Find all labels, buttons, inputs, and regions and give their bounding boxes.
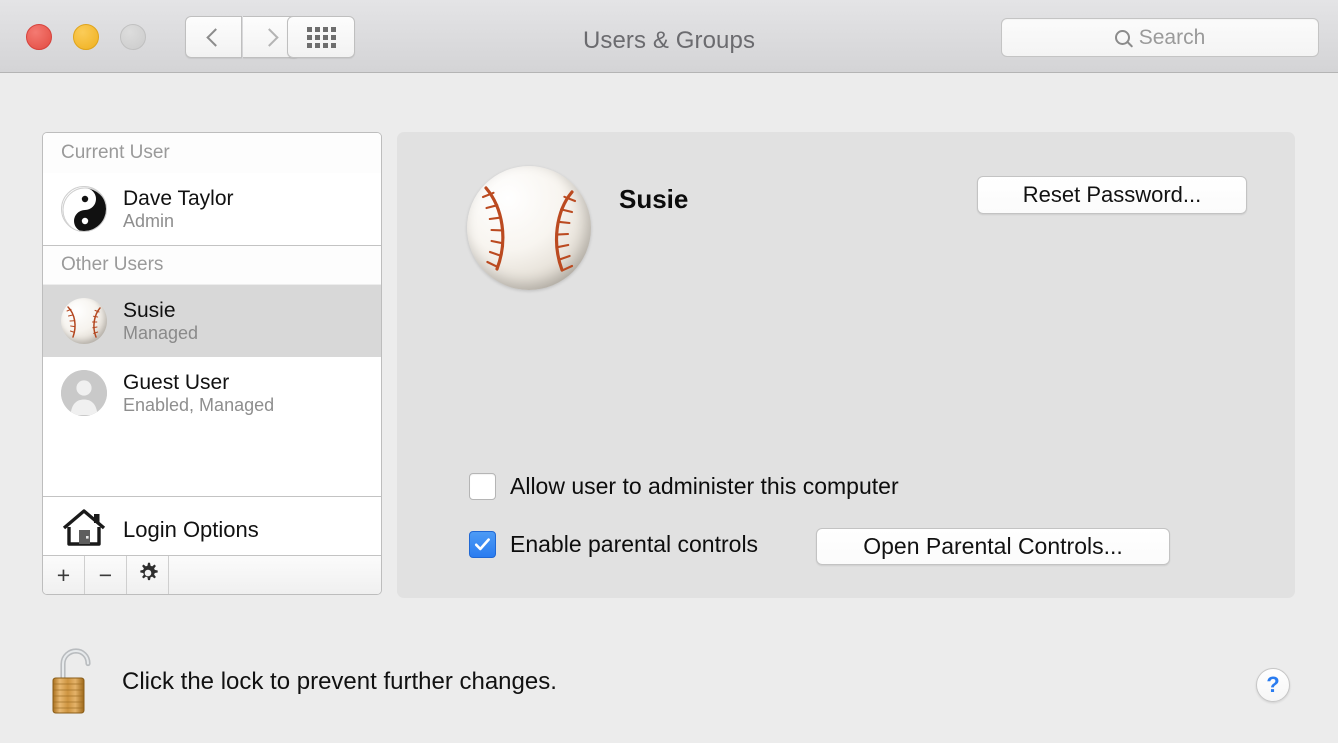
user-role: Admin	[123, 210, 175, 231]
settings-button[interactable]	[127, 556, 169, 594]
help-button[interactable]: ?	[1256, 668, 1290, 702]
sidebar-empty-space	[43, 429, 381, 496]
open-parental-controls-button[interactable]: Open Parental Controls...	[816, 528, 1170, 565]
baseball-avatar	[61, 298, 107, 344]
allow-admin-label: Allow user to administer this computer	[510, 473, 899, 499]
group-header-other-users: Other Users	[43, 245, 381, 285]
parental-checkbox-row[interactable]: Enable parental controls	[469, 531, 758, 558]
sidebar-toolbar: + −	[43, 555, 381, 594]
search-icon	[1114, 30, 1130, 45]
lock-status-text: Click the lock to prevent further change…	[122, 668, 557, 695]
sidebar-item-dave-taylor[interactable]: Dave Taylor Admin	[43, 173, 381, 245]
user-role: Enabled, Managed	[123, 394, 275, 415]
sidebar-item-susie[interactable]: Susie Managed	[43, 285, 381, 357]
guest-silhouette-avatar	[61, 370, 107, 416]
enable-parental-controls-checkbox[interactable]	[469, 531, 496, 558]
group-header-current-user: Current User	[43, 133, 381, 173]
search-input[interactable]: Search	[1001, 18, 1319, 57]
reset-password-button[interactable]: Reset Password...	[977, 176, 1247, 214]
account-name: Susie	[619, 184, 689, 214]
account-detail-panel: Susie Reset Password... Allow user to ad…	[397, 132, 1295, 598]
user-name: Guest User	[123, 371, 230, 395]
users-and-groups-window: Users & Groups Search Current User Dave …	[0, 0, 1338, 743]
window-titlebar: Users & Groups Search	[0, 0, 1338, 73]
yin-yang-avatar	[61, 186, 107, 232]
login-options-label: Login Options	[123, 516, 259, 542]
add-user-button[interactable]: +	[43, 556, 85, 594]
user-role: Managed	[123, 322, 199, 343]
allow-admin-checkbox[interactable]	[469, 473, 496, 500]
user-list-sidebar: Current User Dave Taylor Admin Other Use…	[42, 132, 382, 595]
search-placeholder: Search	[1138, 25, 1206, 49]
sidebar-item-text: Guest User Enabled, Managed	[123, 371, 274, 415]
account-avatar[interactable]	[467, 166, 591, 290]
sidebar-item-guest-user[interactable]: Guest User Enabled, Managed	[43, 357, 381, 429]
sidebar-item-text: Dave Taylor Admin	[123, 187, 234, 231]
sidebar-toolbar-filler	[169, 556, 381, 594]
user-name: Susie	[123, 299, 176, 323]
admin-checkbox-row[interactable]: Allow user to administer this computer	[469, 473, 899, 500]
gear-icon	[137, 562, 159, 590]
enable-parental-controls-label: Enable parental controls	[510, 531, 759, 557]
unlocked-padlock-icon[interactable]	[47, 645, 99, 717]
house-icon	[61, 506, 107, 553]
sidebar-item-text: Susie Managed	[123, 299, 198, 343]
remove-user-button[interactable]: −	[85, 556, 127, 594]
user-name: Dave Taylor	[123, 187, 234, 211]
sidebar-item-login-options[interactable]: Login Options	[43, 496, 381, 562]
